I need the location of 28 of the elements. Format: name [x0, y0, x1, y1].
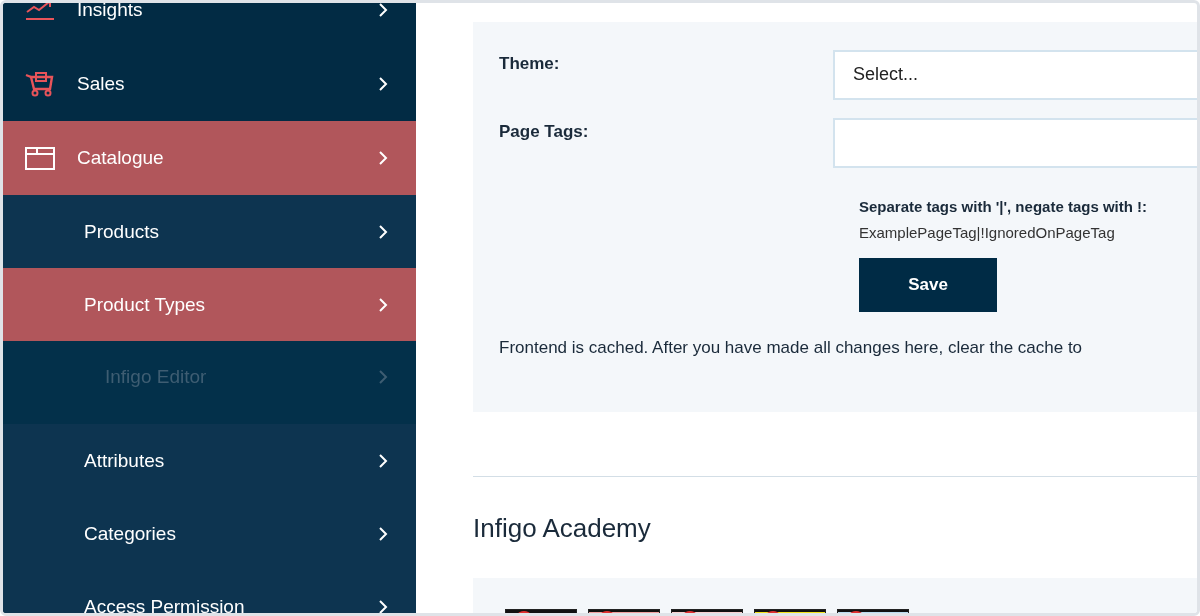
sidebar-item[interactable]: Attributes — [3, 424, 416, 497]
chevron-icon — [378, 452, 388, 469]
chevron-icon — [378, 525, 388, 542]
sidebar-item[interactable]: Catalogue — [3, 121, 416, 195]
cart-icon — [25, 71, 55, 97]
input-field[interactable] — [833, 118, 1197, 168]
chevron-icon — [378, 150, 388, 166]
input-field[interactable]: Select... — [833, 50, 1197, 100]
example-text: ExamplePageTag|!IgnoredOnPageTag — [859, 224, 1116, 241]
trend-line-icon — [25, 3, 55, 21]
sidebar-item[interactable]: Product Types — [3, 268, 416, 341]
chevron-icon — [378, 3, 388, 18]
cache-note: Frontend is cached. After you have made all changes here, clear the cache to — [499, 338, 1084, 358]
sidebar-item[interactable]: Access Permission — [3, 570, 416, 613]
chevron-icon — [378, 598, 388, 613]
chevron-icon — [378, 223, 388, 240]
folder-icon — [25, 146, 55, 170]
save-button[interactable]: Save — [859, 258, 997, 312]
sidebar-item[interactable]: Products — [3, 195, 416, 268]
help-text: Separate tags with '|', negate tags with !: — [859, 198, 1149, 215]
sidebar-item[interactable]: Categories — [3, 497, 416, 570]
section-heading: Infigo Academy — [473, 513, 652, 544]
chevron-icon — [378, 76, 388, 92]
field-label: Page Tags: — [499, 121, 590, 143]
sidebar-item: Infigo Editor — [3, 341, 416, 424]
chevron-icon — [378, 368, 388, 385]
chevron-icon — [378, 296, 388, 313]
field-label: Theme: — [499, 53, 561, 75]
